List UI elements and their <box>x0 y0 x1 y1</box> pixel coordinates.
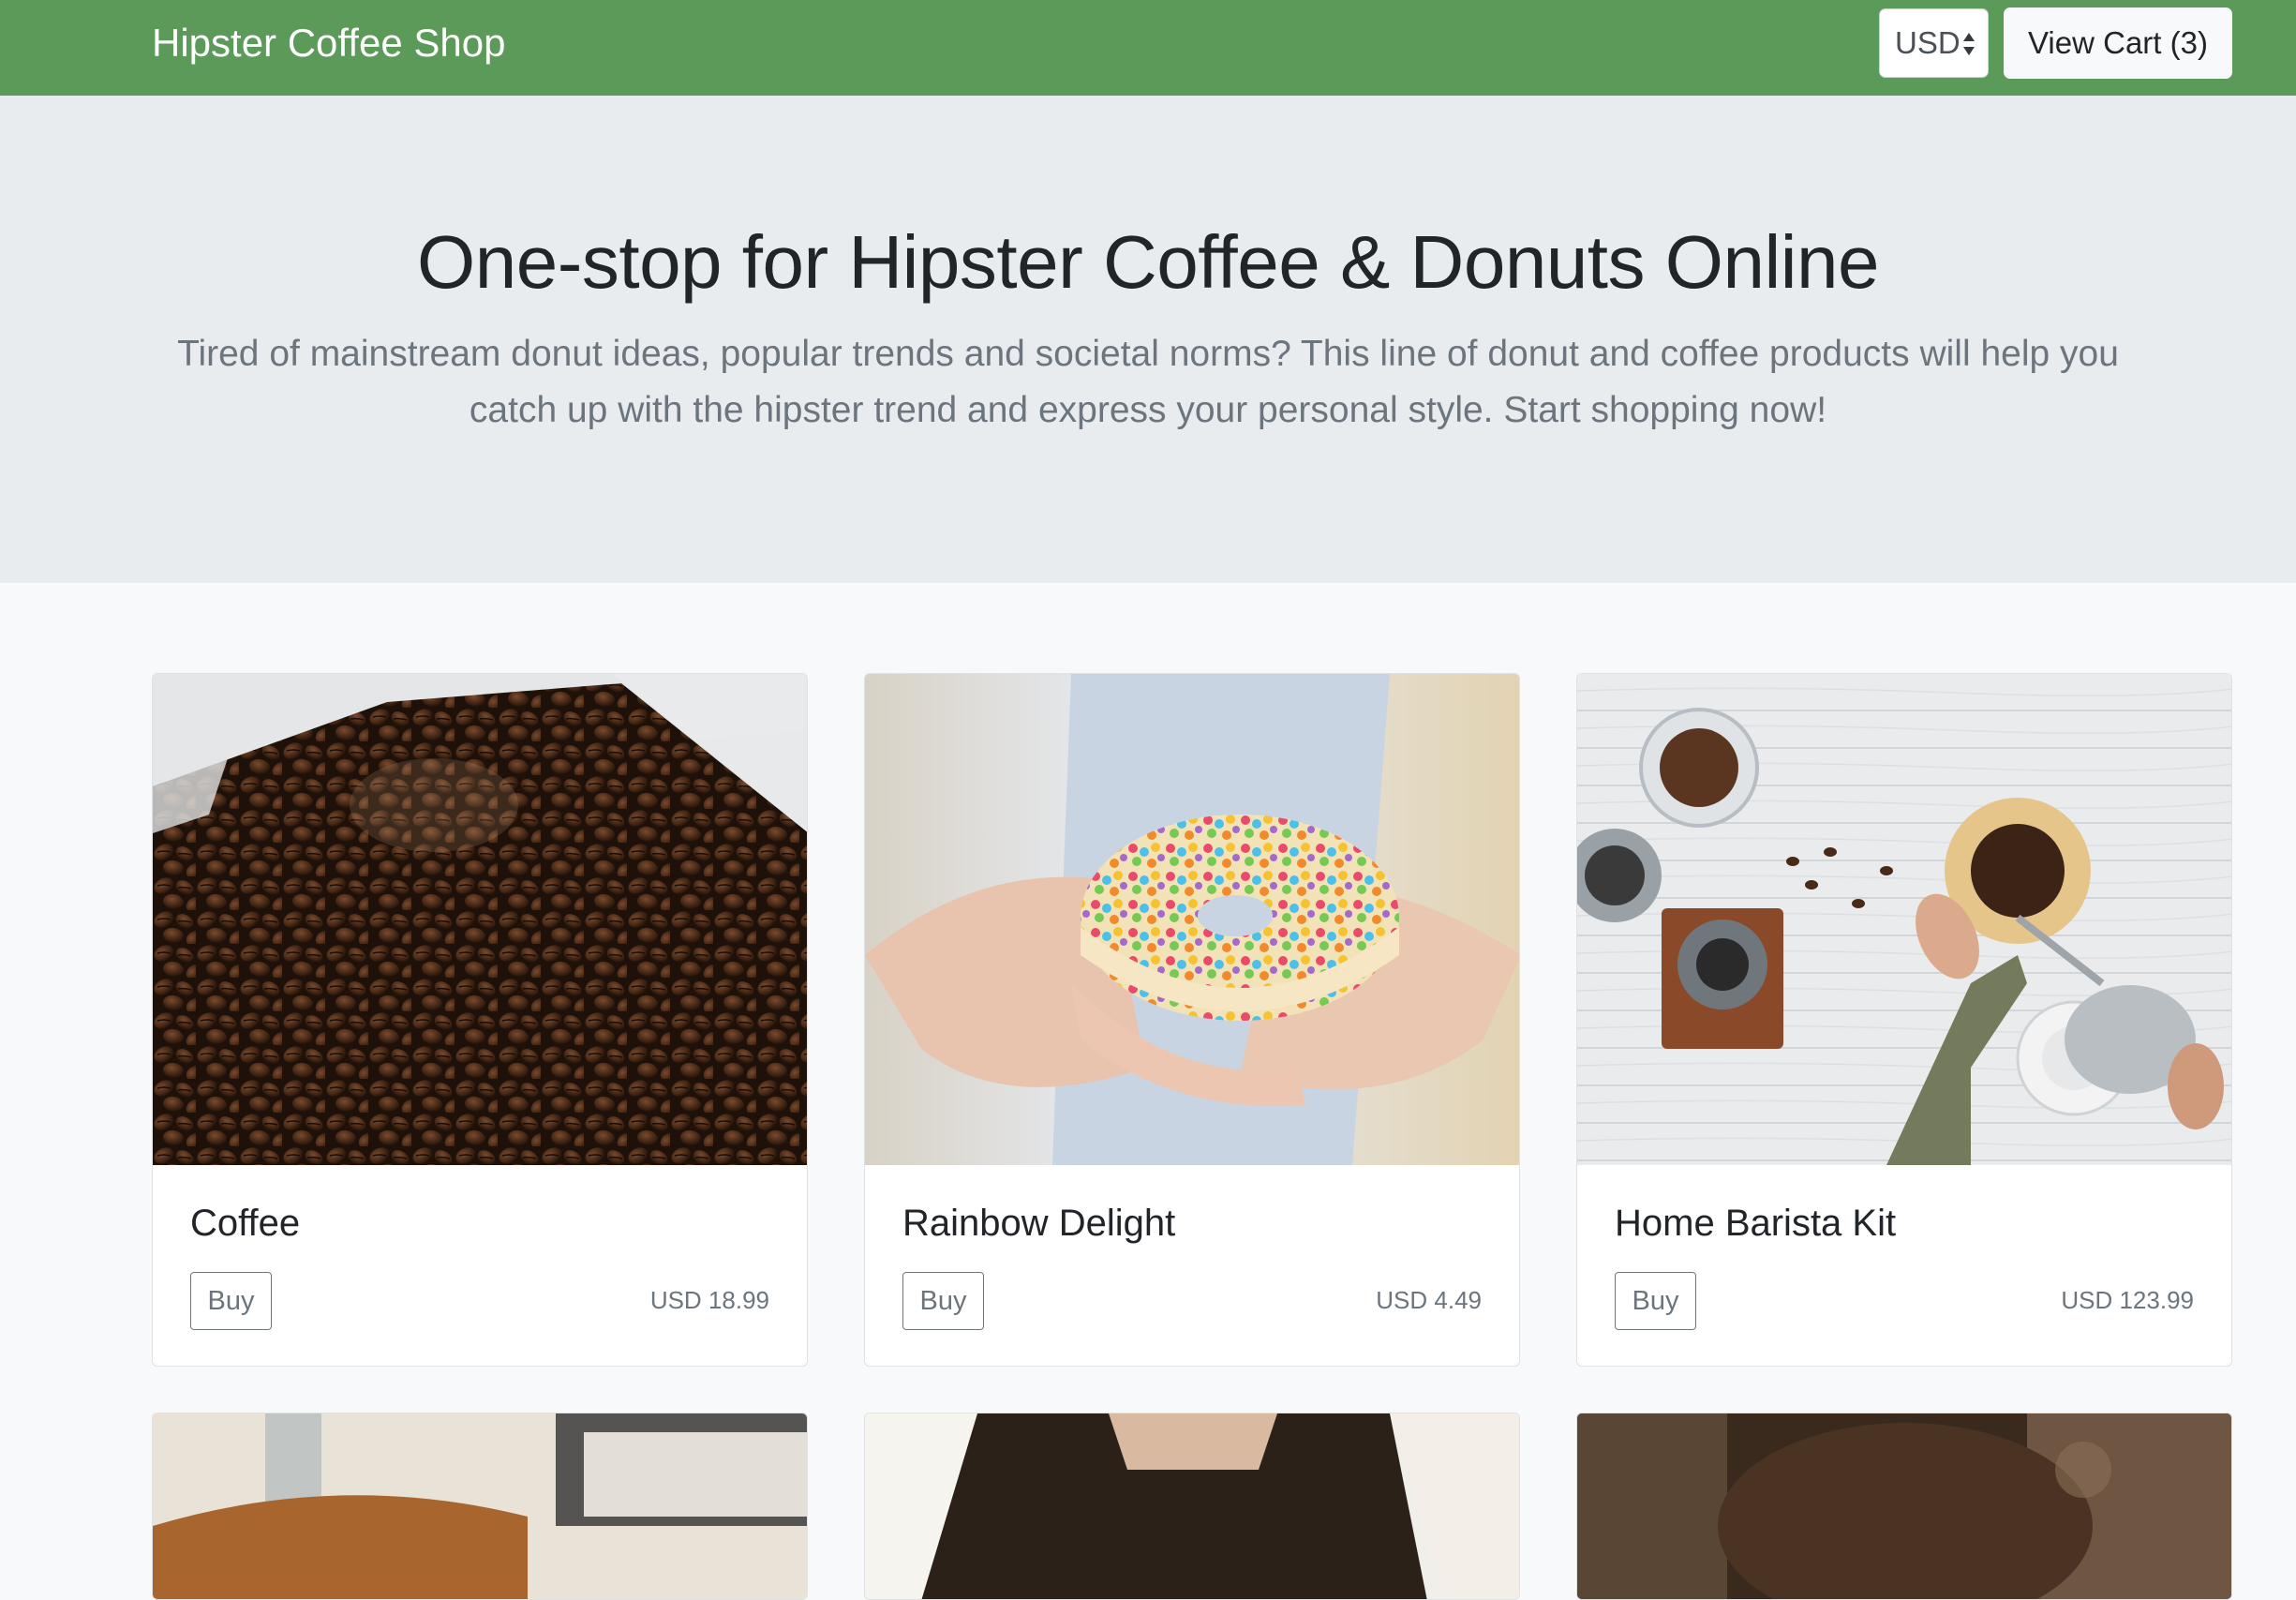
product-image-rainbow-delight[interactable] <box>865 674 1519 1165</box>
select-arrows-icon <box>1963 33 1975 55</box>
navbar: Hipster Coffee Shop USD View Cart (3) <box>0 0 2296 96</box>
product-title: Rainbow Delight <box>902 1203 1176 1244</box>
product-title: Coffee <box>190 1203 301 1244</box>
currency-value: USD <box>1895 25 1961 60</box>
product-image-partial[interactable] <box>153 1413 808 1600</box>
product-image-partial[interactable] <box>1577 1413 2232 1600</box>
view-cart-button[interactable]: View Cart (3) <box>2004 7 2232 79</box>
brand-link[interactable]: Hipster Coffee Shop <box>152 19 505 67</box>
product-card: Coffee Buy USD 18.99 <box>152 673 808 1367</box>
product-card-partial <box>864 1413 1520 1600</box>
product-image-partial[interactable] <box>865 1413 1520 1600</box>
product-image-coffee[interactable] <box>153 674 807 1165</box>
currency-select[interactable]: USD <box>1879 8 1989 78</box>
product-price: USD 123.99 <box>2061 1286 2194 1314</box>
hero-title: One-stop for Hipster Coffee & Donuts Onl… <box>416 220 1880 304</box>
product-card: Home Barista Kit Buy USD 123.99 <box>1576 673 2232 1367</box>
buy-button[interactable]: Buy <box>190 1272 272 1330</box>
buy-button[interactable]: Buy <box>1615 1272 1696 1330</box>
product-title: Home Barista Kit <box>1615 1203 1897 1244</box>
buy-button[interactable]: Buy <box>902 1272 984 1330</box>
product-image-home-barista-kit[interactable] <box>1577 674 2231 1165</box>
product-price: USD 18.99 <box>649 1286 769 1314</box>
product-price: USD 4.49 <box>1376 1286 1482 1314</box>
product-card: Rainbow Delight Buy USD 4.49 <box>864 673 1520 1367</box>
product-card-partial <box>1576 1413 2232 1600</box>
hero-lead: Tired of mainstream donut ideas, popular… <box>177 334 2119 430</box>
product-card-partial <box>152 1413 808 1600</box>
hero-banner: One-stop for Hipster Coffee & Donuts Onl… <box>0 96 2296 583</box>
